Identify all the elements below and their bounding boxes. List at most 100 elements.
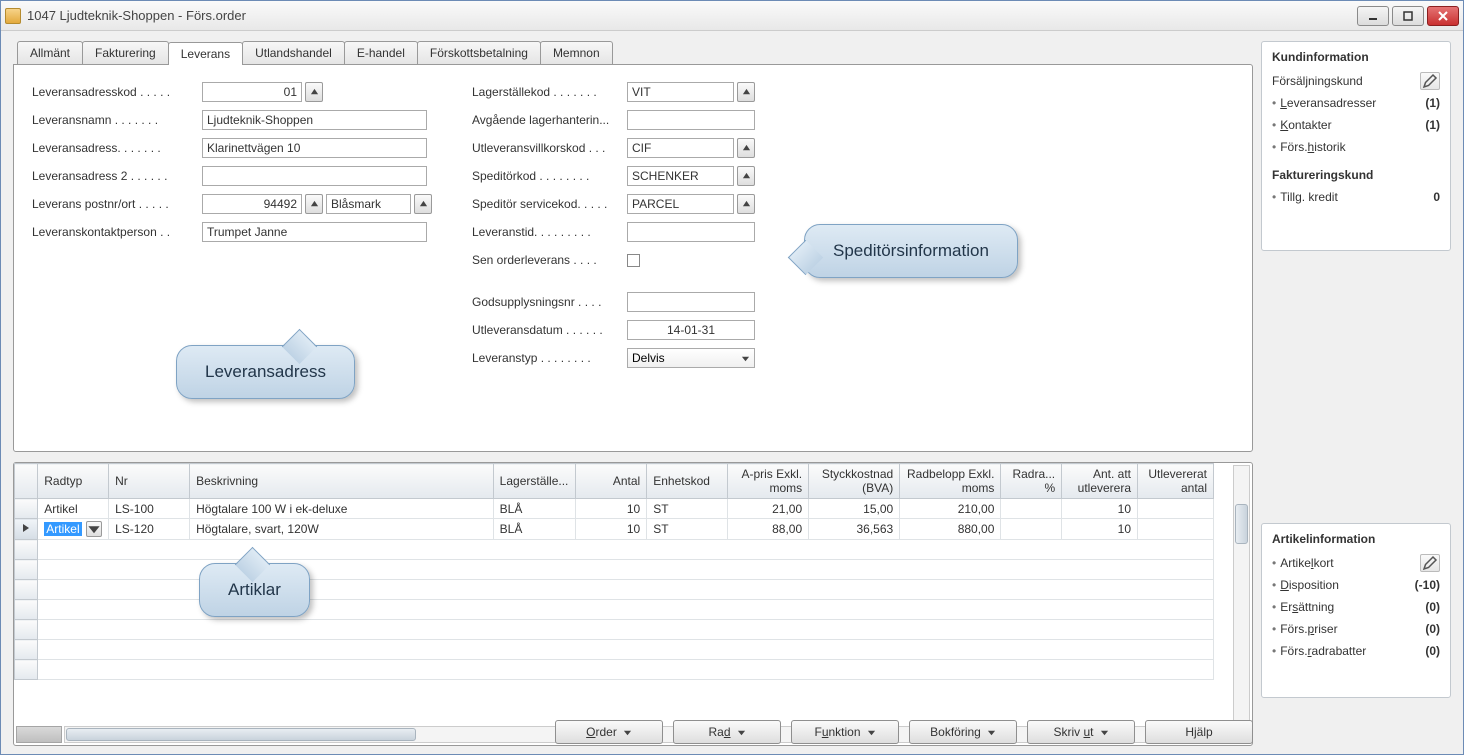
col-nr[interactable]: Nr xyxy=(109,464,190,499)
col-lager[interactable]: Lagerställe... xyxy=(493,464,576,499)
lookup-utlev-villkor[interactable] xyxy=(737,138,755,158)
grid-body: Artikel LS-100 Högtalare 100 W i ek-delu… xyxy=(15,499,1214,680)
col-beskrivning[interactable]: Beskrivning xyxy=(190,464,494,499)
input-avg-lager[interactable] xyxy=(627,110,755,130)
table-row[interactable] xyxy=(15,660,1214,680)
tabs: Allmänt Fakturering Leverans Utlandshand… xyxy=(13,41,1253,64)
grid-corner-header[interactable] xyxy=(15,464,38,499)
input-leveransnamn[interactable] xyxy=(202,110,427,130)
col-radbelopp[interactable]: Radbelopp Exkl. moms xyxy=(900,464,1001,499)
app-icon xyxy=(5,8,21,24)
form-col-right: Lagerställekod . . . . . . . Avgående la… xyxy=(472,81,755,369)
grid-bottom-left-corner xyxy=(16,726,62,743)
link-forsradrabatter[interactable]: •Förs.radrabatter(0) xyxy=(1272,640,1440,662)
checkbox-sen-order[interactable] xyxy=(627,254,640,267)
col-radtyp[interactable]: Radtyp xyxy=(38,464,109,499)
link-artikelkort[interactable]: •Artikelkort xyxy=(1272,552,1440,574)
bubble-artiklar: Artiklar xyxy=(199,563,310,617)
col-att-utlev[interactable]: Ant. att utleverera xyxy=(1062,464,1138,499)
order-button[interactable]: Order xyxy=(555,720,663,744)
input-kontakt[interactable] xyxy=(202,222,427,242)
artikelinformation-title: Artikelinformation xyxy=(1272,532,1375,546)
input-utlev-villkor[interactable] xyxy=(627,138,734,158)
table-row[interactable] xyxy=(15,600,1214,620)
form-col-left: Leveransadresskod . . . . . Leveransnamn… xyxy=(32,81,432,369)
label-postnr: Leverans postnr/ort . . . . . xyxy=(32,197,202,211)
close-button[interactable] xyxy=(1427,6,1459,26)
hjalp-button[interactable]: Hjälp xyxy=(1145,720,1253,744)
table-row[interactable] xyxy=(15,640,1214,660)
link-disposition[interactable]: •Disposition(-10) xyxy=(1272,574,1440,596)
col-utlev[interactable]: Utlevererat antal xyxy=(1138,464,1214,499)
input-postnr[interactable] xyxy=(202,194,302,214)
table-row[interactable] xyxy=(15,540,1214,560)
grid-wrap: Radtyp Nr Beskrivning Lagerställe... Ant… xyxy=(13,462,1253,746)
edit-forsaljningskund-button[interactable] xyxy=(1420,72,1440,90)
label-sen-order: Sen orderleverans . . . . xyxy=(472,253,627,267)
input-leveranstid[interactable] xyxy=(627,222,755,242)
link-kontakter[interactable]: •Kontakter(1) xyxy=(1272,114,1440,136)
link-leveransadresser[interactable]: •Leveransadresser(1) xyxy=(1272,92,1440,114)
content-area: Allmänt Fakturering Leverans Utlandshand… xyxy=(1,31,1463,754)
rad-button[interactable]: Rad xyxy=(673,720,781,744)
grid-table: Radtyp Nr Beskrivning Lagerställe... Ant… xyxy=(14,463,1214,680)
tab-ehandel[interactable]: E-handel xyxy=(344,41,418,64)
lookup-speditor-service[interactable] xyxy=(737,194,755,214)
link-forshistorik[interactable]: •Förs.historik xyxy=(1272,136,1440,158)
scrollbar-vertical[interactable] xyxy=(1233,465,1250,725)
cell-combo-radtyp[interactable]: Artikel xyxy=(44,521,102,537)
bokforing-button[interactable]: Bokföring xyxy=(909,720,1017,744)
input-leveransadresskod[interactable] xyxy=(202,82,302,102)
forsaljningskund-subtitle: Försäljningskund xyxy=(1272,74,1420,88)
col-styck[interactable]: Styckkostnad (BVA) xyxy=(809,464,900,499)
input-ort[interactable] xyxy=(326,194,411,214)
input-lagerstallekod[interactable] xyxy=(627,82,734,102)
table-row[interactable]: Artikel LS-100 Högtalare 100 W i ek-delu… xyxy=(15,499,1214,519)
edit-artikelkort-button[interactable] xyxy=(1420,554,1440,572)
input-leveransadress[interactable] xyxy=(202,138,427,158)
label-leveransadress2: Leveransadress 2 . . . . . . xyxy=(32,169,202,183)
lookup-postnr[interactable] xyxy=(305,194,323,214)
label-utlev-datum: Utleveransdatum . . . . . . xyxy=(472,323,627,337)
label-utlev-villkor: Utleveransvillkorskod . . . xyxy=(472,141,627,155)
col-antal[interactable]: Antal xyxy=(576,464,647,499)
tab-memnon[interactable]: Memnon xyxy=(540,41,613,64)
col-apris[interactable]: A-pris Exkl. moms xyxy=(728,464,809,499)
funktion-button[interactable]: Funktion xyxy=(791,720,899,744)
table-row[interactable] xyxy=(15,560,1214,580)
label-leveranstid: Leveranstid. . . . . . . . . xyxy=(472,225,627,239)
lookup-leveransadresskod[interactable] xyxy=(305,82,323,102)
input-leveransadress2[interactable] xyxy=(202,166,427,186)
input-utlev-datum[interactable] xyxy=(627,320,755,340)
kundinformation-box: Kundinformation Försäljningskund •Levera… xyxy=(1261,41,1451,251)
maximize-button[interactable] xyxy=(1392,6,1424,26)
input-speditor[interactable] xyxy=(627,166,734,186)
dropdown-icon[interactable] xyxy=(86,521,102,537)
tab-leverans[interactable]: Leverans xyxy=(168,42,243,65)
label-leveransadresskod: Leveransadresskod . . . . . xyxy=(32,85,202,99)
input-godsupplysning[interactable] xyxy=(627,292,755,312)
link-tillg-kredit[interactable]: •Tillg. kredit0 xyxy=(1272,186,1440,208)
minimize-button[interactable] xyxy=(1357,6,1389,26)
table-row[interactable] xyxy=(15,580,1214,600)
input-speditor-service[interactable] xyxy=(627,194,734,214)
left-panel: Allmänt Fakturering Leverans Utlandshand… xyxy=(13,41,1253,746)
skriv-ut-button[interactable]: Skriv ut xyxy=(1027,720,1135,744)
tab-allmant[interactable]: Allmänt xyxy=(17,41,83,64)
link-ersattning[interactable]: •Ersättning(0) xyxy=(1272,596,1440,618)
lookup-ort[interactable] xyxy=(414,194,432,214)
col-enhet[interactable]: Enhetskod xyxy=(647,464,728,499)
lookup-lagerstallekod[interactable] xyxy=(737,82,755,102)
tab-forskott[interactable]: Förskottsbetalning xyxy=(417,41,541,64)
table-row[interactable]: Artikel LS-120 Högtalare, svart, 120W BL… xyxy=(15,519,1214,540)
combo-leveranstyp[interactable]: Delvis xyxy=(627,348,755,368)
app-window: 1047 Ljudteknik-Shoppen - Förs.order All… xyxy=(0,0,1464,755)
lookup-speditor[interactable] xyxy=(737,166,755,186)
col-radra[interactable]: Radra... % xyxy=(1001,464,1062,499)
tab-fakturering[interactable]: Fakturering xyxy=(82,41,169,64)
tab-body: Leveransadresskod . . . . . Leveransnamn… xyxy=(13,64,1253,452)
link-forspriser[interactable]: •Förs.priser(0) xyxy=(1272,618,1440,640)
bubble-speditor: Speditörsinformation xyxy=(804,224,1018,278)
table-row[interactable] xyxy=(15,620,1214,640)
tab-utlandshandel[interactable]: Utlandshandel xyxy=(242,41,345,64)
